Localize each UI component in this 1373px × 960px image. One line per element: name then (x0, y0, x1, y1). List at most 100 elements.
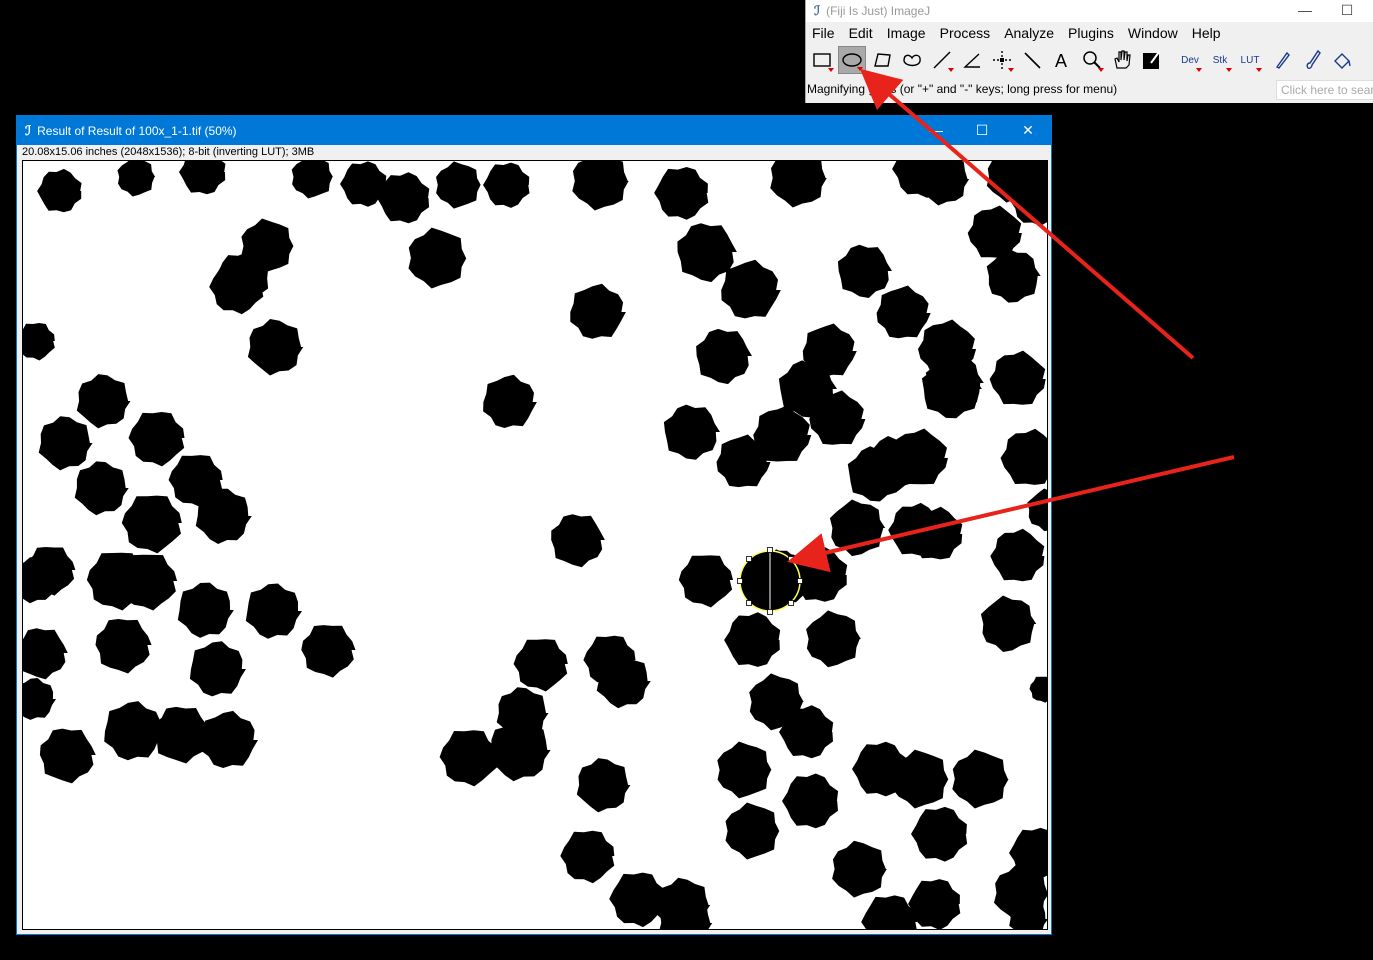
main-window-title: (Fiji Is Just) ImageJ (826, 4, 931, 18)
selection-handle[interactable] (797, 578, 803, 584)
menu-indicator-icon (1226, 68, 1232, 72)
line-tool-button[interactable] (928, 46, 956, 74)
image-info-text: 20.08x15.06 inches (2048x1536); 8-bit (i… (22, 146, 315, 158)
binary-image[interactable] (23, 161, 1047, 929)
svg-text:A: A (1055, 51, 1067, 71)
cell-blob (560, 830, 615, 884)
stk-tool-icon: Stk (1212, 54, 1228, 66)
oval-tool-button[interactable] (838, 46, 866, 74)
cell-blob (1029, 676, 1047, 703)
close-button[interactable]: ✕ (1005, 116, 1051, 145)
menu-indicator-icon (1196, 68, 1202, 72)
cell-blob (570, 283, 626, 339)
minimize-button[interactable]: — (913, 116, 959, 145)
cell-blob (989, 350, 1046, 405)
search-field[interactable]: Click here to search (1276, 80, 1373, 100)
brush-tool-button[interactable] (1298, 46, 1326, 74)
menu-window[interactable]: Window (1128, 25, 1178, 41)
selection-handle[interactable] (767, 609, 773, 615)
menu-indicator-icon (1008, 68, 1014, 72)
flood-fill-tool-button[interactable] (1328, 46, 1356, 74)
cell-blob (38, 416, 93, 471)
status-text: Magnifying glass (or "+" and "-" keys; l… (807, 82, 1118, 96)
selection-handle[interactable] (737, 578, 743, 584)
cell-blob (436, 161, 481, 209)
magnifier-tool-button[interactable] (1078, 46, 1106, 74)
toolbar: A Dev Stk LUT (806, 46, 1373, 76)
cell-blob (483, 374, 537, 428)
cell-blob (876, 285, 931, 339)
cell-blob (609, 872, 666, 928)
cell-blob (770, 161, 827, 208)
cell-blob (721, 259, 781, 319)
cell-blob (128, 412, 185, 467)
lut-tool-icon: LUT (1240, 54, 1260, 66)
menu-indicator-icon (828, 68, 834, 72)
menu-analyze[interactable]: Analyze (1004, 25, 1054, 41)
cell-blob (663, 404, 720, 460)
cell-blob (596, 654, 651, 709)
menu-indicator-icon (857, 67, 863, 71)
cell-blob (990, 528, 1045, 582)
cell-blob (23, 323, 55, 361)
selection-handle[interactable] (767, 547, 773, 553)
cell-blob (696, 328, 752, 385)
menu-file[interactable]: File (812, 25, 835, 41)
color-picker-tool-button[interactable] (1138, 46, 1166, 74)
menu-indicator-icon (1098, 68, 1104, 72)
cell-blob (654, 167, 709, 220)
hand-tool-button[interactable] (1108, 46, 1136, 74)
cell-blob (725, 802, 780, 860)
image-canvas[interactable] (22, 160, 1048, 930)
maximize-button[interactable]: ☐ (1324, 0, 1370, 22)
cell-blob (572, 161, 629, 211)
cell-blob (152, 706, 211, 764)
text-tool-icon: A (1049, 47, 1075, 73)
flood-fill-tool-icon (1329, 47, 1355, 73)
image-title-bar: ℐ Result of Result of 100x_1-1.tif (50%)… (17, 116, 1051, 145)
cell-blob (37, 168, 82, 213)
cell-blob (483, 162, 530, 208)
menu-image[interactable]: Image (887, 25, 926, 41)
image-window-title: Result of Result of 100x_1-1.tif (50%) (37, 123, 237, 138)
cell-blob (551, 514, 605, 568)
cell-blob (301, 625, 356, 678)
cell-blob (1000, 428, 1047, 485)
point-tool-button[interactable] (988, 46, 1016, 74)
cell-blob (1027, 488, 1047, 532)
cell-blob (678, 555, 733, 608)
selection-handle[interactable] (746, 600, 752, 606)
selection-handle[interactable] (788, 600, 794, 606)
menu-edit[interactable]: Edit (849, 25, 873, 41)
pencil-tool-button[interactable] (1268, 46, 1296, 74)
cell-blob (806, 610, 861, 668)
lut-tool-button[interactable]: LUT (1236, 46, 1264, 74)
cell-blob (952, 749, 1009, 809)
dev-tool-icon: Dev (1181, 54, 1199, 66)
cell-blob (195, 488, 252, 544)
cell-blob (980, 595, 1037, 652)
menu-indicator-icon (948, 68, 954, 72)
menu-help[interactable]: Help (1192, 25, 1221, 41)
maximize-button[interactable]: ☐ (959, 116, 1005, 145)
wand-tool-button[interactable] (1018, 46, 1046, 74)
menu-plugins[interactable]: Plugins (1068, 25, 1114, 41)
text-tool-button[interactable]: A (1048, 46, 1076, 74)
selection-handle[interactable] (788, 556, 794, 562)
dev-tool-button[interactable]: Dev (1176, 46, 1204, 74)
polygon-tool-button[interactable] (868, 46, 896, 74)
stk-tool-button[interactable]: Stk (1206, 46, 1234, 74)
wand-tool-icon (1019, 47, 1045, 73)
image-window: ℐ Result of Result of 100x_1-1.tif (50%)… (16, 115, 1052, 935)
cell-blob (23, 628, 68, 680)
selection-handle[interactable] (746, 556, 752, 562)
minimize-button[interactable]: — (1282, 0, 1328, 22)
cell-blob (39, 728, 96, 784)
rectangle-tool-button[interactable] (808, 46, 836, 74)
freehand-tool-button[interactable] (898, 46, 926, 74)
menu-process[interactable]: Process (940, 25, 991, 41)
cell-blob (200, 710, 258, 768)
angle-tool-button[interactable] (958, 46, 986, 74)
status-bar: Magnifying glass (or "+" and "-" keys; l… (806, 80, 1373, 100)
cell-blob (179, 161, 226, 195)
